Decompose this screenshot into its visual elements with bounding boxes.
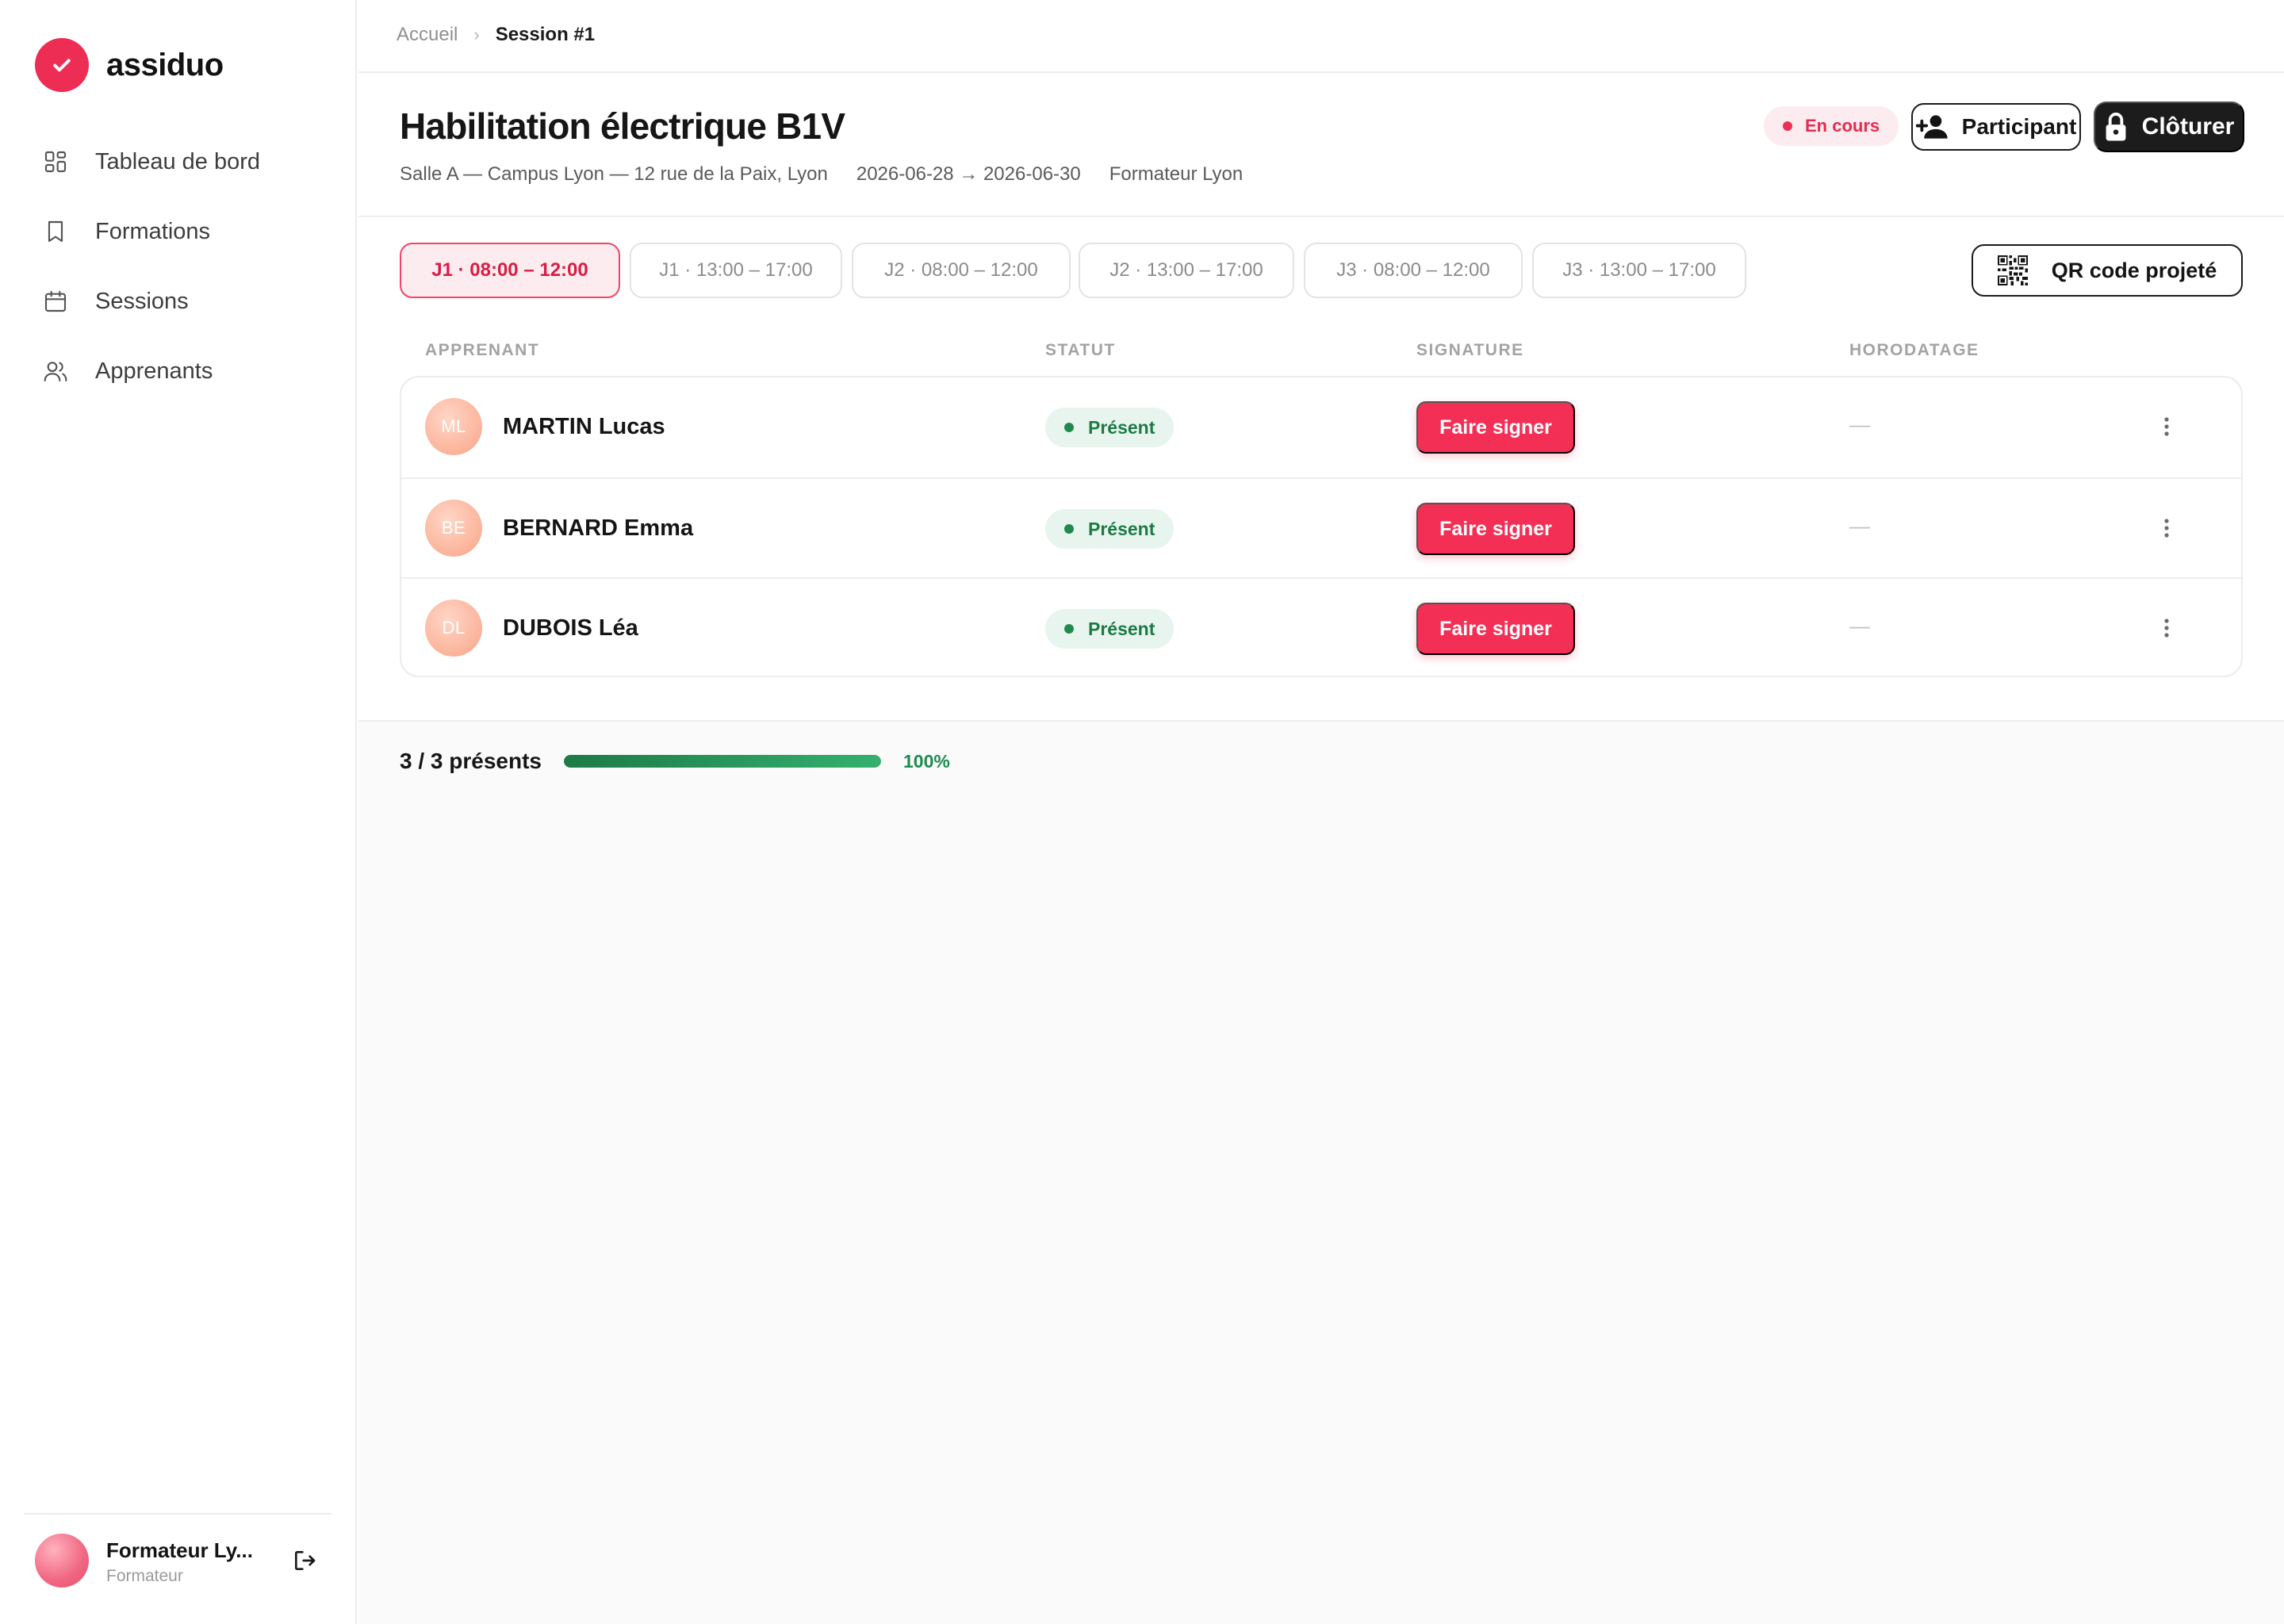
sidebar-item-label: Tableau de bord: [95, 148, 260, 174]
qr-code-icon: [1997, 255, 2028, 285]
timestamp-value: —: [1849, 614, 1870, 638]
app-name: assiduo: [106, 47, 224, 82]
table-row: DL DUBOIS Léa Présent Faire signer —: [401, 577, 2241, 677]
status-dot-icon: [1064, 524, 1074, 534]
topbar: Accueil › Session #1: [358, 0, 2284, 73]
status-label: Présent: [1088, 518, 1155, 539]
add-user-icon: [1915, 113, 1951, 140]
more-vertical-icon[interactable]: [2151, 512, 2182, 544]
status-dot-icon: [1064, 624, 1074, 634]
status-dot-icon: [1064, 423, 1074, 432]
sidebar-item-dashboard[interactable]: Tableau de bord: [24, 127, 333, 197]
tab-slot-j2-morning[interactable]: J2 · 08:00 – 12:00: [852, 243, 1071, 298]
status-badge: Présent: [1045, 509, 1175, 549]
tab-slot-j3-afternoon[interactable]: J3 · 13:00 – 17:00: [1532, 243, 1746, 298]
table-row: BE BERNARD Emma Présent Faire signer —: [401, 477, 2241, 577]
tab-slot-j2-afternoon[interactable]: J2 · 13:00 – 17:00: [1079, 243, 1294, 298]
status-badge: Présent: [1045, 609, 1175, 649]
timestamp-value: —: [1849, 514, 1870, 538]
attendance-summary: 3 / 3 présents 100%: [400, 749, 950, 774]
brand[interactable]: assiduo: [35, 38, 224, 92]
participant-label: Participant: [1961, 114, 2077, 139]
avatar: BE: [425, 500, 482, 557]
sidebar-item-sessions[interactable]: Sessions: [24, 266, 333, 336]
more-vertical-icon[interactable]: [2151, 612, 2182, 644]
session-dates: 2026-06-28 → 2026-06-30: [856, 163, 1081, 185]
sidebar-item-label: Sessions: [95, 288, 189, 314]
column-header-learner: APPRENANT: [425, 341, 540, 359]
status-label: Présent: [1088, 416, 1155, 438]
learner-name: BERNARD Emma: [503, 515, 694, 541]
sidebar-item-label: Formations: [95, 218, 211, 244]
sidebar-nav: Tableau de bord Formations Sessions Appr…: [24, 127, 333, 406]
status-label: Présent: [1088, 618, 1155, 639]
session-header: Habilitation électrique B1V Salle A — Ca…: [358, 73, 2284, 217]
sidebar-item-label: Apprenants: [95, 358, 213, 384]
session-trainer: Formateur Lyon: [1109, 163, 1244, 185]
check-icon: [35, 38, 89, 92]
sign-button[interactable]: Faire signer: [1416, 503, 1575, 555]
learner-name: DUBOIS Léa: [503, 615, 638, 641]
close-session-button[interactable]: Clôturer: [2094, 102, 2244, 152]
add-participant-button[interactable]: Participant: [1911, 103, 2081, 151]
attendance-percent: 100%: [902, 750, 950, 772]
sidebar: assiduo Tableau de bord Formations Sessi…: [0, 0, 357, 1624]
attendance-table: ML MARTIN Lucas Présent Faire signer — B…: [400, 376, 2243, 677]
attendance-progress-fill: [563, 755, 881, 768]
users-icon: [41, 357, 70, 385]
breadcrumb: Accueil › Session #1: [397, 24, 595, 46]
session-location: Salle A — Campus Lyon — 12 rue de la Pai…: [400, 163, 828, 185]
lock-icon: [2104, 112, 2128, 142]
tab-slot-j3-morning[interactable]: J3 · 08:00 – 12:00: [1304, 243, 1523, 298]
cloturer-label: Clôturer: [2141, 113, 2235, 140]
sign-button[interactable]: Faire signer: [1416, 603, 1575, 655]
sidebar-item-apprenants[interactable]: Apprenants: [24, 336, 333, 406]
column-header-timestamp: HORODATAGE: [1849, 341, 1979, 359]
main-content: Accueil › Session #1 Habilitation électr…: [358, 0, 2284, 1624]
status-badge: Présent: [1045, 408, 1175, 447]
chevron-right-icon: ›: [473, 25, 480, 44]
sidebar-item-formations[interactable]: Formations: [24, 197, 333, 266]
dashboard-icon: [41, 147, 70, 176]
breadcrumb-current: Session #1: [495, 24, 596, 45]
user-name: Formateur Ly...: [106, 1538, 253, 1562]
avatar: DL: [425, 599, 482, 657]
sign-button[interactable]: Faire signer: [1416, 401, 1575, 454]
table-row: ML MARTIN Lucas Présent Faire signer —: [401, 377, 2241, 477]
avatar[interactable]: [35, 1534, 89, 1588]
logout-icon[interactable]: [290, 1546, 319, 1575]
attendance-count: 3 / 3 présents: [400, 749, 542, 773]
status-label: En cours: [1805, 116, 1880, 136]
tab-slot-j1-morning[interactable]: J1 · 08:00 – 12:00: [400, 243, 620, 298]
bookmark-icon: [41, 217, 70, 246]
attendance-progress-bar: [563, 755, 881, 768]
user-role: Formateur: [106, 1567, 183, 1585]
learner-name: MARTIN Lucas: [503, 414, 665, 439]
qr-code-button[interactable]: QR code projeté: [1972, 244, 2243, 297]
breadcrumb-home[interactable]: Accueil: [397, 24, 458, 46]
session-meta: Salle A — Campus Lyon — 12 rue de la Pai…: [400, 163, 1271, 186]
column-header-signature: SIGNATURE: [1416, 341, 1524, 359]
tab-slot-j1-afternoon[interactable]: J1 · 13:00 – 17:00: [630, 243, 842, 298]
column-header-status: STATUT: [1045, 341, 1116, 359]
timestamp-value: —: [1849, 412, 1870, 436]
qr-label: QR code projeté: [2051, 258, 2217, 282]
page-title: Habilitation électrique B1V: [400, 105, 845, 147]
calendar-icon: [41, 287, 70, 316]
avatar: ML: [425, 398, 482, 455]
more-vertical-icon[interactable]: [2151, 411, 2182, 442]
user-panel: Formateur Ly... Formateur: [24, 1513, 331, 1624]
status-dot-icon: [1783, 121, 1792, 131]
status-badge: En cours: [1764, 106, 1899, 146]
attendance-panel: J1 · 08:00 – 12:00 J1 · 13:00 – 17:00 J2…: [358, 217, 2284, 722]
